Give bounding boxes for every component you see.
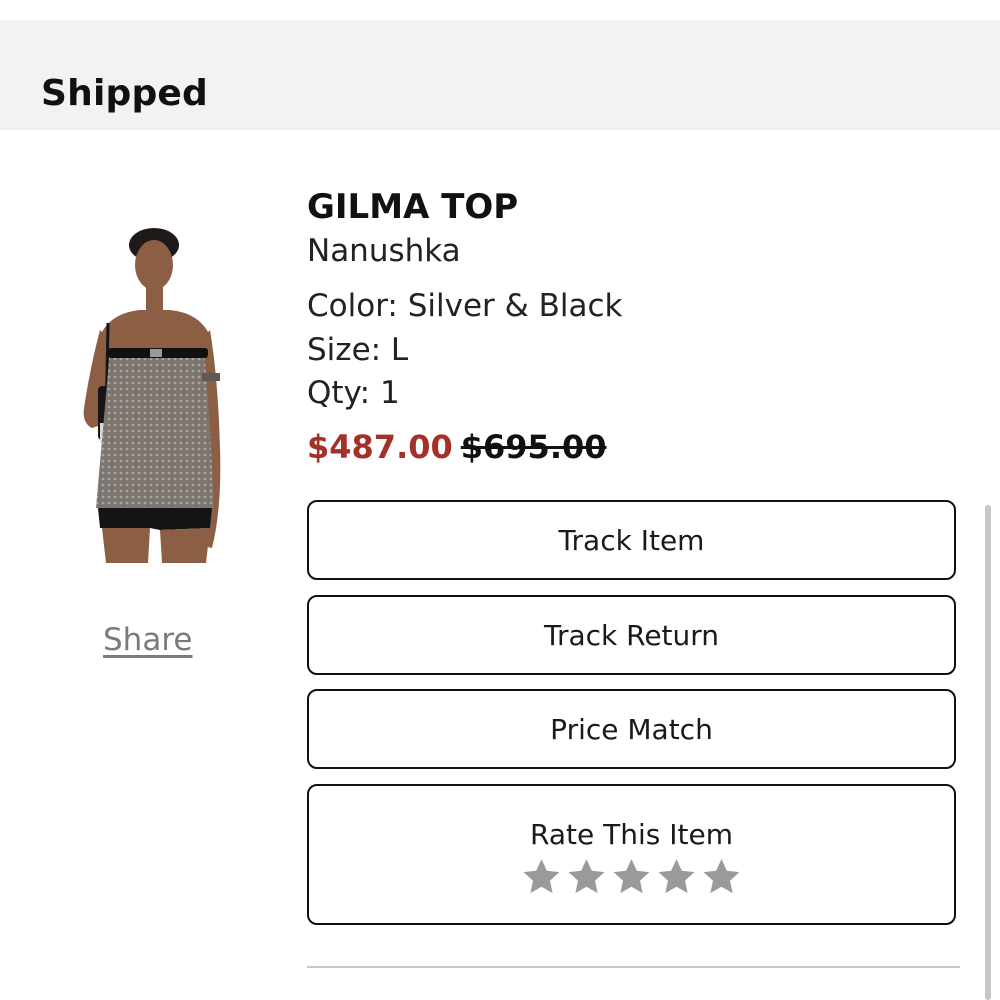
star-icon[interactable] (610, 856, 653, 898)
scrollbar-thumb[interactable] (985, 505, 991, 1000)
original-price: $695.00 (460, 428, 607, 466)
share-link[interactable]: Share (103, 622, 192, 658)
star-icon[interactable] (700, 856, 743, 898)
sale-price: $487.00 (307, 428, 453, 466)
star-icon[interactable] (520, 856, 563, 898)
product-quantity: Qty: 1 (307, 375, 400, 411)
scrollbar[interactable] (985, 505, 991, 1000)
model-image-illustration (83, 228, 221, 563)
price-row: $487.00 $695.00 (307, 428, 607, 466)
product-size: Size: L (307, 332, 409, 368)
star-icon[interactable] (565, 856, 608, 898)
shipment-status-title: Shipped (41, 73, 209, 114)
product-name[interactable]: GILMA TOP (307, 187, 518, 227)
product-brand: Nanushka (307, 233, 461, 269)
rate-item-panel: Rate This Item (307, 784, 956, 925)
track-return-button[interactable]: Track Return (307, 595, 956, 675)
product-image[interactable] (70, 218, 240, 573)
track-item-button[interactable]: Track Item (307, 500, 956, 580)
status-header: Shipped (0, 20, 1000, 130)
star-rating (309, 856, 954, 898)
item-divider (307, 966, 960, 968)
rate-item-label: Rate This Item (530, 818, 733, 851)
price-match-button[interactable]: Price Match (307, 689, 956, 769)
product-color: Color: Silver & Black (307, 288, 623, 324)
star-icon[interactable] (655, 856, 698, 898)
